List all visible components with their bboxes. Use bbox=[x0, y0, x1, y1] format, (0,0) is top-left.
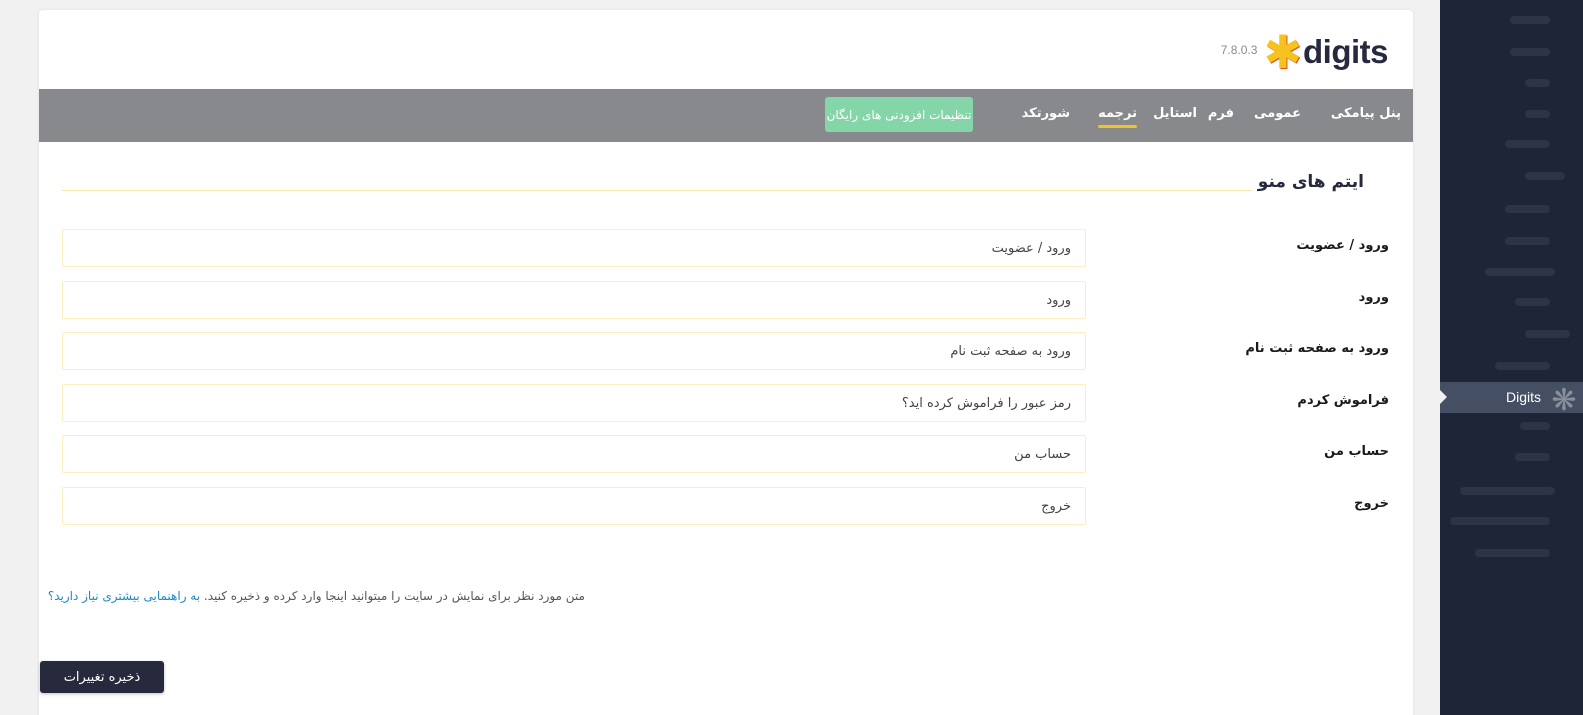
forgot-password-input[interactable] bbox=[62, 384, 1086, 422]
sidebar-item-blurred[interactable] bbox=[1515, 298, 1550, 306]
field-row-forgot-password: فراموش کردم bbox=[39, 384, 1413, 422]
sidebar-item-blurred[interactable] bbox=[1510, 16, 1550, 24]
admin-sidebar: Digits ❋ bbox=[1440, 0, 1583, 715]
sidebar-item-blurred[interactable] bbox=[1510, 48, 1550, 56]
tab-style[interactable]: استایل bbox=[1153, 106, 1197, 121]
field-label: ورود به صفحه ثبت نام bbox=[1245, 341, 1389, 356]
sidebar-item-blurred[interactable] bbox=[1525, 330, 1570, 338]
sidebar-item-blurred[interactable] bbox=[1495, 362, 1550, 370]
sidebar-item-label[interactable]: Digits bbox=[1506, 389, 1541, 405]
login-signup-input[interactable] bbox=[62, 229, 1086, 267]
section-title: ایتم های منو bbox=[1257, 172, 1364, 192]
active-indicator-arrow bbox=[1440, 390, 1447, 404]
sidebar-item-blurred[interactable] bbox=[1460, 487, 1555, 495]
sidebar-item-blurred[interactable] bbox=[1515, 453, 1550, 461]
field-label: ورود / عضویت bbox=[1296, 238, 1389, 253]
field-row-login-register-page: ورود به صفحه ثبت نام bbox=[39, 332, 1413, 370]
brand-header: 7.8.0.3 ✱ digits bbox=[1220, 25, 1389, 79]
field-label: فراموش کردم bbox=[1297, 393, 1389, 408]
field-label: حساب من bbox=[1324, 444, 1389, 459]
sidebar-item-blurred[interactable] bbox=[1505, 237, 1550, 245]
sidebar-item-blurred[interactable] bbox=[1520, 422, 1550, 430]
sidebar-item-blurred[interactable] bbox=[1475, 549, 1550, 557]
field-row-login: ورود bbox=[39, 281, 1413, 319]
tab-sms-panel[interactable]: پنل پیامکی bbox=[1331, 106, 1401, 121]
digits-logo-icon: ✱ bbox=[1263, 25, 1302, 79]
help-link[interactable]: به راهنمایی بیشتری نیاز دارید؟ bbox=[48, 589, 200, 603]
field-label: ورود bbox=[1358, 290, 1389, 305]
sidebar-item-blurred[interactable] bbox=[1525, 79, 1550, 87]
digits-logo-text: digits bbox=[1303, 33, 1389, 70]
settings-card: 7.8.0.3 ✱ digits پنل پیامکی عمومی فرم اس… bbox=[39, 10, 1413, 715]
sidebar-item-blurred[interactable] bbox=[1505, 140, 1550, 148]
free-addons-settings-button[interactable]: تنظیمات افزودنی های رایگان bbox=[825, 97, 973, 132]
my-account-input[interactable] bbox=[62, 435, 1086, 473]
digits-asterisk-icon: ❋ bbox=[1551, 383, 1577, 418]
settings-navbar: پنل پیامکی عمومی فرم استایل ترجمه شورتکد… bbox=[39, 89, 1413, 142]
tab-general[interactable]: عمومی bbox=[1254, 106, 1301, 121]
sidebar-item-blurred[interactable] bbox=[1485, 268, 1555, 276]
tab-translation[interactable]: ترجمه bbox=[1098, 106, 1137, 128]
logout-input[interactable] bbox=[62, 487, 1086, 525]
field-row-login-signup: ورود / عضویت bbox=[39, 229, 1413, 267]
help-description: متن مورد نظر برای نمایش در سایت را میتوا… bbox=[203, 589, 585, 603]
sidebar-item-blurred[interactable] bbox=[1505, 205, 1550, 213]
field-row-logout: خروج bbox=[39, 487, 1413, 525]
section-divider bbox=[62, 190, 1252, 191]
sidebar-item-blurred[interactable] bbox=[1525, 172, 1565, 180]
tab-form[interactable]: فرم bbox=[1208, 106, 1234, 121]
help-text: متن مورد نظر برای نمایش در سایت را میتوا… bbox=[48, 589, 585, 603]
field-row-my-account: حساب من bbox=[39, 435, 1413, 473]
save-changes-button[interactable]: ذخیره تغییرات bbox=[40, 661, 164, 693]
login-input[interactable] bbox=[62, 281, 1086, 319]
login-register-page-input[interactable] bbox=[62, 332, 1086, 370]
sidebar-item-blurred[interactable] bbox=[1450, 517, 1550, 525]
field-label: خروج bbox=[1354, 496, 1389, 511]
tab-shortcode[interactable]: شورتکد bbox=[1022, 106, 1070, 121]
version-label: 7.8.0.3 bbox=[1220, 43, 1258, 57]
sidebar-item-blurred[interactable] bbox=[1525, 110, 1550, 118]
